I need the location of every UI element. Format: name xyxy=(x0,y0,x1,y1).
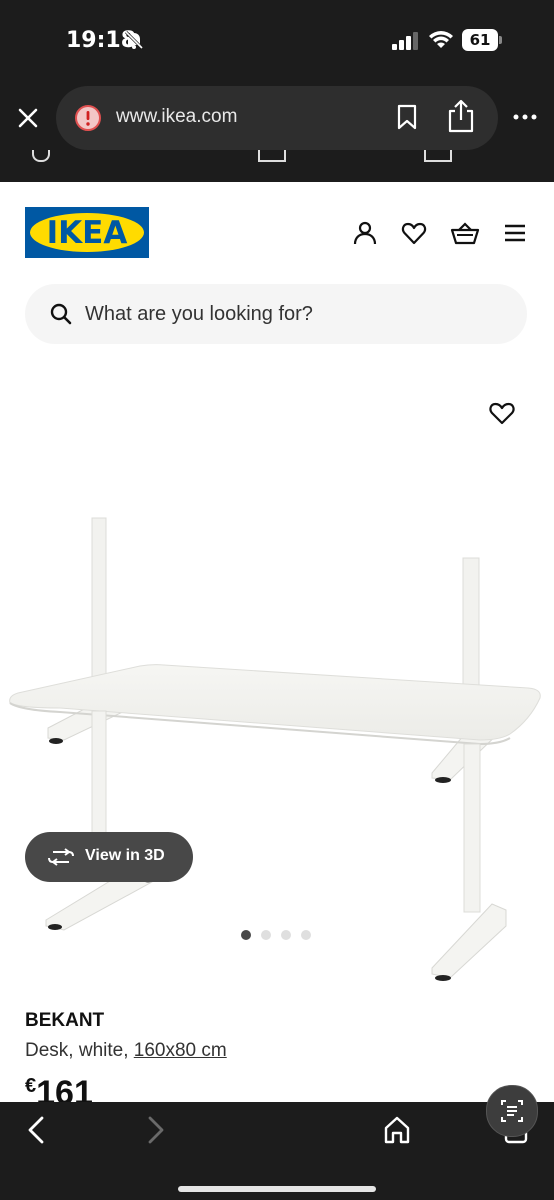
home-indicator[interactable] xyxy=(178,1186,376,1192)
account-icon[interactable] xyxy=(352,220,378,246)
battery-nub xyxy=(499,36,502,44)
more-options-button[interactable] xyxy=(512,104,540,132)
heart-icon[interactable] xyxy=(401,220,427,246)
desk-illustration xyxy=(9,517,541,981)
close-icon xyxy=(18,108,38,128)
product-description: Desk, white, 160x80 cm xyxy=(25,1040,227,1062)
price-value: 161 xyxy=(36,1074,93,1102)
search-icon[interactable] xyxy=(49,302,73,331)
address-bar[interactable]: www.ikea.com xyxy=(56,86,498,150)
carousel-dot[interactable] xyxy=(281,930,291,940)
product-description-text: Desk, white, xyxy=(25,1040,134,1061)
bookmark-icon[interactable] xyxy=(396,104,418,135)
product-image[interactable] xyxy=(0,368,554,1008)
search-input[interactable] xyxy=(85,284,505,344)
wifi-icon xyxy=(428,28,454,55)
ellipsis-icon xyxy=(513,114,537,120)
text-recognition-button[interactable] xyxy=(486,1085,538,1137)
status-bar: 19:18 61 xyxy=(0,0,554,82)
url-text[interactable]: www.ikea.com xyxy=(116,106,237,128)
share-icon[interactable] xyxy=(446,98,476,139)
peek-strip xyxy=(0,150,554,182)
close-button[interactable] xyxy=(14,104,42,132)
view-in-3d-label: View in 3D xyxy=(85,847,165,864)
basket-icon[interactable] xyxy=(450,220,480,246)
alert-icon[interactable] xyxy=(74,104,102,137)
product-name[interactable]: BEKANT xyxy=(25,1010,104,1032)
product-size-link[interactable]: 160x80 cm xyxy=(134,1040,227,1061)
carousel-dot[interactable] xyxy=(261,930,271,940)
favourite-icon[interactable] xyxy=(488,400,516,431)
search-bar[interactable] xyxy=(25,284,527,344)
signal-icon xyxy=(392,32,420,55)
battery-indicator: 61 xyxy=(462,29,498,51)
price-currency: € xyxy=(25,1075,37,1097)
scan-text-icon xyxy=(501,1100,523,1122)
carousel-dot[interactable] xyxy=(241,930,251,940)
forward-icon[interactable] xyxy=(142,1114,170,1151)
back-icon[interactable] xyxy=(22,1114,50,1151)
bell-muted-icon xyxy=(124,30,144,55)
menu-icon[interactable] xyxy=(503,220,529,246)
rotate-3d-icon xyxy=(47,848,75,871)
logo-text: IKEA xyxy=(46,215,128,251)
carousel-dot[interactable] xyxy=(301,930,311,940)
product-price: €161 xyxy=(25,1074,93,1102)
web-page: IKEA What are you looking for? View in 3… xyxy=(0,182,554,1102)
home-icon[interactable] xyxy=(382,1114,412,1151)
ikea-logo[interactable]: IKEA xyxy=(25,207,149,258)
view-in-3d-button[interactable]: View in 3D xyxy=(25,832,193,882)
browser-bottom-toolbar xyxy=(0,1102,554,1200)
